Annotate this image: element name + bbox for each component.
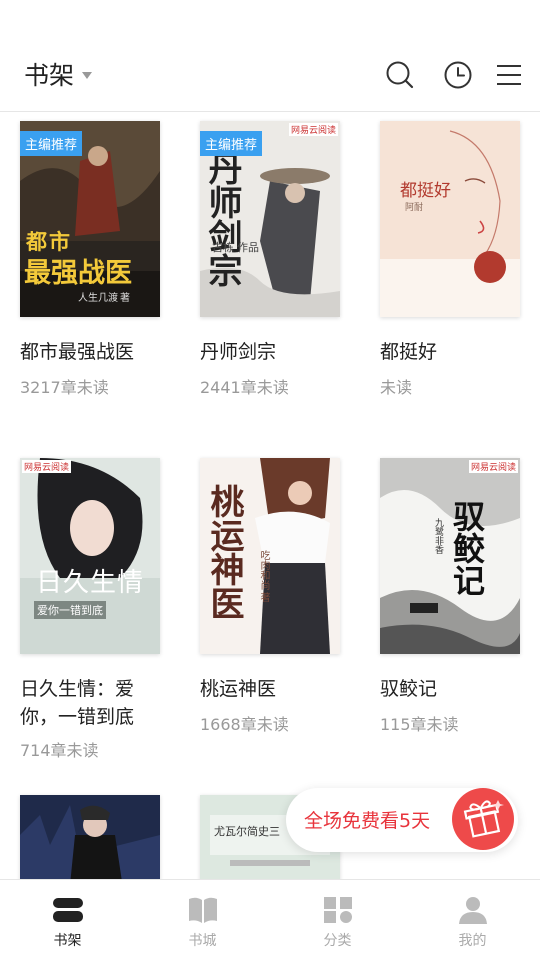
book-cover[interactable]: 都挺好 阿耐 [380,121,520,317]
book-cover[interactable]: 都市 最强战医 人生几渡 著 主编推荐 [20,121,160,317]
tab-bookstore[interactable]: 书城 [135,880,270,960]
cover-title: 桃运神医 [204,484,244,620]
cover-author: 吃肉和尚 [258,550,269,590]
publisher-logo: 网易云阅读 [468,460,518,473]
unread-count: 3217章未读 [20,378,109,397]
tab-label: 书城 [188,933,217,949]
top-bar: 书架 [0,36,540,112]
book-title: 驭鲛记 [380,678,438,700]
shelf-dropdown[interactable]: 书架 [24,56,93,92]
cover-title-line2: 最强战医 [24,258,132,289]
bookshelf-icon [52,898,83,922]
tab-profile[interactable]: 我的 [405,880,540,960]
cover-author-suffix: 著 [120,293,130,304]
book-item[interactable]: 日久生情 爱你一错到底 网易云阅读 日久生情：爱你，一错到底 714章未读 [20,458,180,768]
book-title: 丹师剑宗 [200,341,277,363]
publisher-logo: 网易云阅读 [288,123,338,136]
search-icon[interactable] [385,60,415,90]
book-title: 都挺好 [380,341,438,363]
book-open-icon [188,897,217,923]
tab-label: 我的 [458,933,487,949]
tab-label: 分类 [323,933,352,949]
gift-button[interactable] [452,788,514,850]
cover-author-suffix: 著 [258,592,269,602]
unread-count: 1668章未读 [200,715,289,734]
book-item[interactable] [20,795,180,879]
unread-count: 未读 [380,378,413,397]
caret-down-icon [82,71,93,79]
free-trial-promo-button[interactable]: 全场免费看5天 [286,788,518,852]
book-title: 都市最强战医 [20,341,135,363]
editor-pick-badge: 主编推荐 [200,131,263,156]
cover-title: 都挺好 [400,181,451,201]
book-cover[interactable]: 丹师剑宗 古栋 作品 网易云阅读 主编推荐 [200,121,340,317]
history-icon[interactable] [443,60,473,90]
unread-count: 714章未读 [20,741,99,760]
publisher-logo: 网易云阅读 [22,460,72,473]
book-cover[interactable]: 驭鲛记 九鹭非香 网易云阅读 [380,458,520,654]
cover-author: 阿耐 [405,203,424,213]
cover-author-suffix: 作品 [237,241,259,254]
category-grid-icon [323,897,352,923]
promo-text: 全场免费看5天 [304,810,431,832]
book-item[interactable]: 都挺好 阿耐 都挺好 未读 [380,121,540,421]
book-item[interactable]: 桃运神医 吃肉和尚 著 桃运神医 1668章未读 [200,458,360,768]
book-item[interactable]: 都市 最强战医 人生几渡 著 主编推荐 都市最强战医 3217章未读 [20,121,180,421]
page-title: 书架 [24,61,75,90]
bookshelf-grid: 都市 最强战医 人生几渡 著 主编推荐 都市最强战医 3217章未读 丹师剑宗 … [0,113,540,879]
menu-icon[interactable] [494,60,524,90]
unread-count: 2441章未读 [200,378,289,397]
book-item[interactable]: 驭鲛记 九鹭非香 网易云阅读 驭鲛记 115章未读 [380,458,540,768]
book-title: 桃运神医 [200,678,277,700]
tab-category[interactable]: 分类 [270,880,405,960]
book-cover[interactable]: 桃运神医 吃肉和尚 著 [200,458,340,654]
book-item[interactable]: 丹师剑宗 古栋 作品 网易云阅读 主编推荐 丹师剑宗 2441章未读 [200,121,360,421]
tab-label: 书架 [53,933,82,949]
cover-title: 日久生情 [36,568,145,598]
book-cover[interactable] [20,795,160,879]
bottom-tab-bar: 书架 书城 分类 我的 [0,879,540,960]
cover-title: 丹师剑宗 [202,151,242,287]
editor-pick-badge: 主编推荐 [20,131,83,156]
cover-title: 驭鲛记 [448,500,486,596]
book-cover[interactable]: 日久生情 爱你一错到底 网易云阅读 [20,458,160,654]
cover-author: 九鹭非香 [433,518,443,554]
cover-author: 人生几渡 [78,293,118,304]
unread-count: 115章未读 [380,715,459,734]
cover-title: 尤瓦尔简史三 [214,825,280,838]
tab-bookshelf[interactable]: 书架 [0,880,135,960]
profile-icon [458,897,487,924]
cover-subtitle: 爱你一错到底 [34,601,106,619]
book-title: 日久生情：爱你，一错到底 [20,678,135,728]
gift-icon [463,800,504,838]
cover-author: 古栋 [212,241,234,254]
